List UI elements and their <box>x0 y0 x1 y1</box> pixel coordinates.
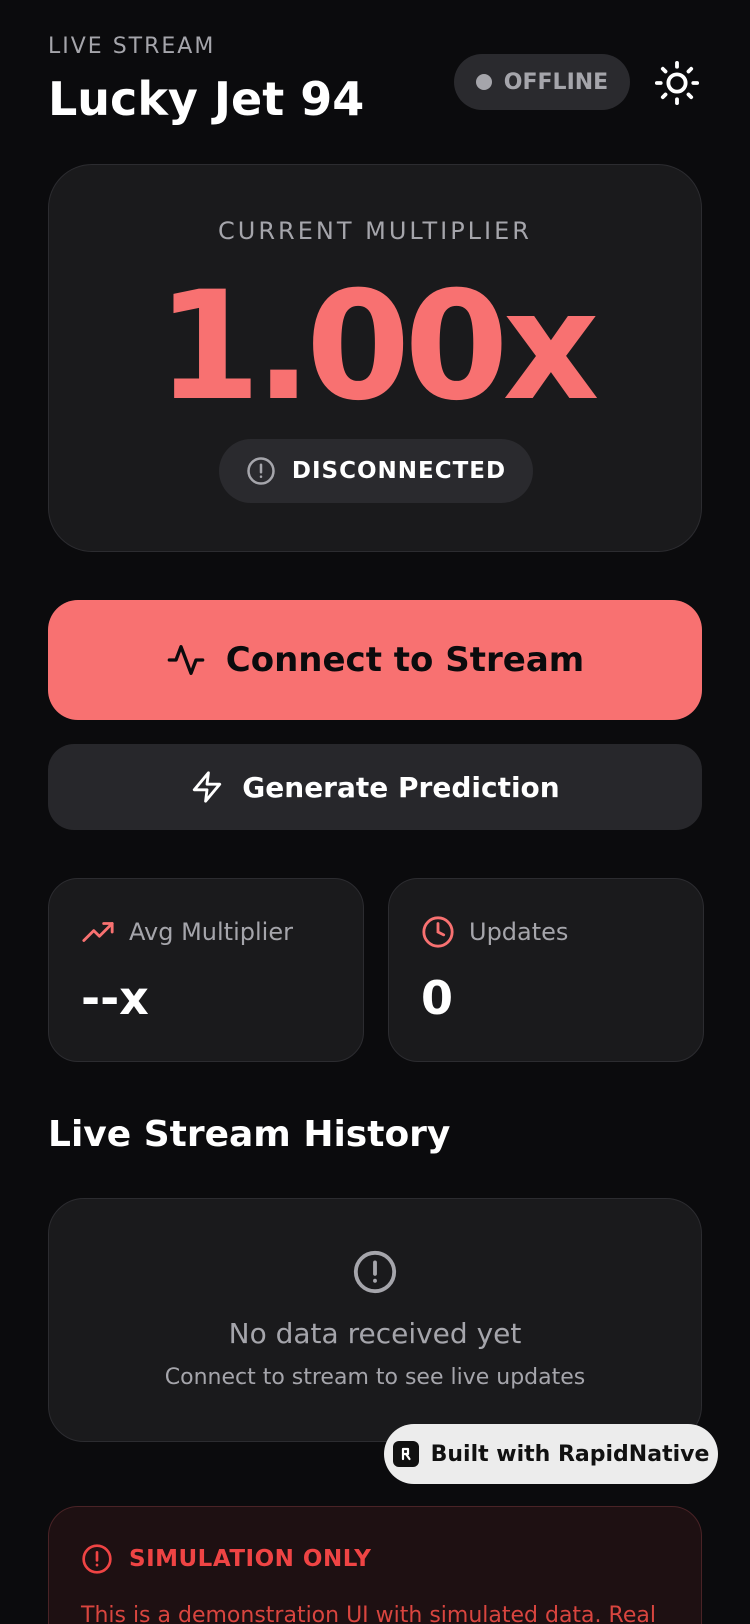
updates-card: Updates 0 <box>388 878 704 1062</box>
connection-status-label: DISCONNECTED <box>291 458 507 484</box>
avg-multiplier-card: Avg Multiplier --x <box>48 878 364 1062</box>
status-label: OFFLINE <box>503 69 609 95</box>
trending-up-icon <box>82 922 114 942</box>
connect-stream-button[interactable]: Connect to Stream <box>48 600 702 720</box>
alert-circle-icon <box>82 1544 112 1574</box>
theme-toggle-button[interactable] <box>652 58 702 108</box>
simulation-warning-text: This is a demonstration UI with simulate… <box>81 1603 656 1624</box>
multiplier-value: 1.00x <box>156 260 600 434</box>
multiplier-label: CURRENT MULTIPLIER <box>218 217 532 245</box>
built-with-label: Built with RapidNative <box>430 1441 710 1467</box>
simulation-warning-card: SIMULATION ONLY This is a demonstration … <box>48 1506 702 1624</box>
activity-icon <box>167 645 205 675</box>
avg-multiplier-label: Avg Multiplier <box>129 918 293 946</box>
generate-prediction-label: Generate Prediction <box>242 770 560 804</box>
updates-value: 0 <box>421 971 454 1025</box>
connect-stream-label: Connect to Stream <box>225 640 585 680</box>
simulation-warning-title: SIMULATION ONLY <box>129 1546 372 1572</box>
history-empty-subtitle: Connect to stream to see live updates <box>164 1365 586 1390</box>
updates-label: Updates <box>469 918 569 946</box>
avg-multiplier-value: --x <box>81 971 149 1025</box>
multiplier-card: CURRENT MULTIPLIER 1.00x DISCONNECTED <box>48 164 702 552</box>
history-card: No data received yet Connect to stream t… <box>48 1198 702 1442</box>
lightning-icon <box>193 771 222 803</box>
status-badge: OFFLINE <box>454 54 630 110</box>
built-with-badge[interactable]: Built with RapidNative <box>384 1424 718 1484</box>
alert-circle-icon <box>247 457 275 485</box>
page-title: Lucky Jet 94 <box>48 72 365 126</box>
rapidnative-logo-icon <box>392 1441 419 1467</box>
alert-circle-icon <box>353 1250 397 1294</box>
status-dot <box>475 74 492 90</box>
history-empty-title: No data received yet <box>228 1317 522 1350</box>
sun-icon <box>654 60 700 106</box>
clock-icon <box>422 916 454 948</box>
generate-prediction-button[interactable]: Generate Prediction <box>48 744 702 830</box>
header-eyebrow: LIVE STREAM <box>48 34 216 59</box>
connection-status-badge: DISCONNECTED <box>219 439 533 503</box>
history-section-title: Live Stream History <box>48 1114 451 1155</box>
